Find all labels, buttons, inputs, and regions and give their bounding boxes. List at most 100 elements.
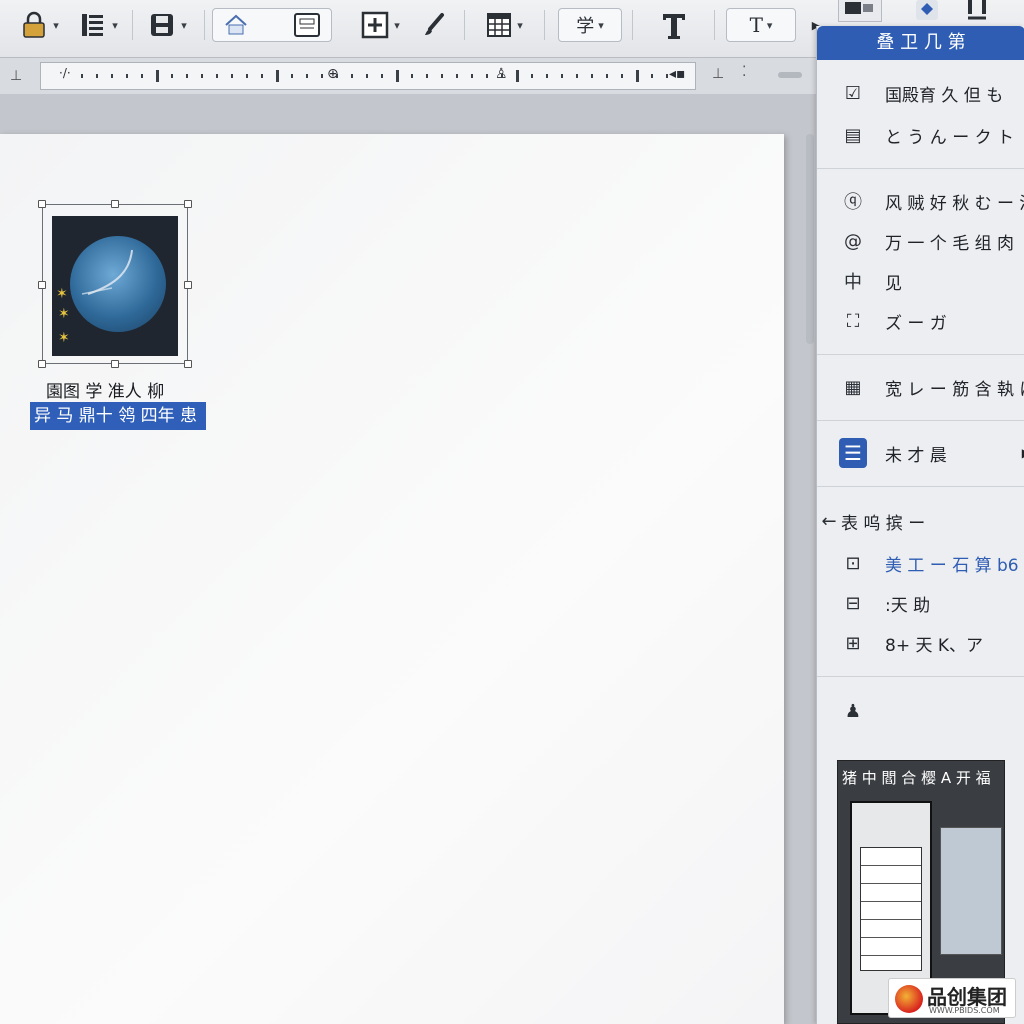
ruler-tick <box>501 74 503 78</box>
selected-text[interactable]: 异 马 鼎十 鸰 四年 患 <box>30 402 206 430</box>
panel-item-label: 见 <box>885 273 902 294</box>
left-margin-marker[interactable]: ·/· <box>59 66 71 80</box>
text-style-label: 学 <box>576 16 595 37</box>
text-tool-icon <box>660 10 688 40</box>
table-button[interactable]: ▾ <box>474 6 534 44</box>
shape-style-group[interactable] <box>212 8 332 42</box>
context-panel: 叠 卫 几 第 ☑ 国殿育 久 但 も ▤ と う ん ー ク ト ⓠ 风 贼 … <box>816 26 1024 1024</box>
diamond-button[interactable] <box>912 0 942 22</box>
document-frame-icon <box>293 12 321 38</box>
ruler-tick <box>636 70 639 82</box>
insert-button[interactable]: ▾ <box>350 6 410 44</box>
panel-item-10[interactable]: ⊡ 美 工 ー 石 算 b6 <box>839 548 1018 578</box>
font-label: T <box>749 13 763 37</box>
resize-handle-bottom-left[interactable] <box>38 360 46 368</box>
ruler-tick <box>321 74 323 78</box>
ruler-tick <box>156 70 159 82</box>
panel-item-label: と う ん ー ク ト <box>885 127 1015 148</box>
ruler-tick <box>666 74 668 78</box>
link-icon: ⓠ <box>844 192 862 213</box>
ruler-tick <box>606 74 608 78</box>
star-icon: ✶ <box>56 286 68 302</box>
ruler-tick <box>441 74 443 78</box>
ruler-tick <box>171 74 173 78</box>
panel-item-12[interactable]: ⊞ 8+ 天 K、ア <box>839 628 983 658</box>
vertical-scrollbar[interactable] <box>806 134 814 344</box>
panel-item-3[interactable]: ⓠ 风 贼 好 秋 む ー 溴 <box>839 186 1024 216</box>
image-caption[interactable]: 園图 学 准人 柳 <box>46 377 206 402</box>
toolbar-divider <box>132 10 133 40</box>
menu-icon: ☰ <box>839 438 867 468</box>
panel-item-label: 未 才 晨 <box>885 445 947 466</box>
panel-item-1[interactable]: ☑ 国殿育 久 但 も <box>839 78 1003 108</box>
panel-item-label: 国殿育 久 但 も <box>885 85 1004 106</box>
ruler-tick <box>561 74 563 78</box>
inserted-image[interactable]: ✶ ✶ ✶ <box>52 216 178 356</box>
ruler-tick <box>426 74 428 78</box>
text-tool-button[interactable] <box>644 6 704 44</box>
text-box-icon: ⊡ <box>845 552 861 574</box>
panel-item-8[interactable]: ☰ 未 才 晨 ▶ <box>839 438 1024 468</box>
at-link-icon: @ <box>844 230 862 252</box>
ruler-tick <box>516 70 519 82</box>
brush-button[interactable] <box>412 6 458 44</box>
panel-divider <box>817 354 1024 355</box>
ruler-tick <box>621 74 623 78</box>
font-dropdown[interactable]: T ▾ <box>726 8 796 42</box>
resize-handle-left[interactable] <box>38 281 46 289</box>
brand-logo-icon <box>895 985 923 1013</box>
panel-item-label: 8+ 天 K、ア <box>885 635 984 656</box>
save-button[interactable]: ▾ <box>140 6 194 44</box>
save-icon <box>147 10 177 40</box>
toolbar-divider <box>204 10 205 40</box>
panel-divider <box>817 168 1024 169</box>
panel-item-7[interactable]: ▦ 宽 レ ー 筋 含 執 は <box>839 372 1024 402</box>
right-margin-marker[interactable]: ◂▪ <box>669 66 686 82</box>
panel-item-label: ズ ー ガ <box>885 313 947 334</box>
panel-item-6[interactable]: ⛶ ズ ー ガ <box>839 306 947 336</box>
tab-stop-icon[interactable]: ⊥ <box>712 66 724 82</box>
panel-item-label: 风 贼 好 秋 む ー 溴 <box>885 193 1024 214</box>
panel-item-9[interactable]: ← 表 呜 摈 ー <box>821 506 925 536</box>
diamond-icon <box>916 0 938 20</box>
ruler-tick <box>471 74 473 78</box>
ruler-tick <box>81 74 83 78</box>
ruler-tick <box>186 74 188 78</box>
ruler-tick <box>306 74 308 78</box>
resize-handle-right[interactable] <box>184 281 192 289</box>
ruler-tick <box>141 74 143 78</box>
panel-title: 叠 卫 几 第 <box>817 26 1024 60</box>
text-style-dropdown[interactable]: 学 ▾ <box>558 8 622 42</box>
resize-handle-top[interactable] <box>111 200 119 208</box>
panel-divider <box>817 486 1024 487</box>
ruler-tick <box>351 74 353 78</box>
panel-item-5[interactable]: 中 见 <box>839 266 902 296</box>
ruler-tick <box>201 74 203 78</box>
panel-item-2[interactable]: ▤ と う ん ー ク ト <box>839 120 1014 150</box>
ruler-tick <box>546 74 548 78</box>
panel-divider <box>817 420 1024 421</box>
magnet-button[interactable] <box>962 0 992 22</box>
list-button[interactable]: ▾ <box>70 6 126 44</box>
ruler-scroll-thumb[interactable] <box>778 72 802 78</box>
resize-handle-top-left[interactable] <box>38 200 46 208</box>
panel-item-11[interactable]: ⊟ :天 助 <box>839 588 930 618</box>
indent-marker-icon[interactable]: ⊥ <box>10 68 22 84</box>
stack-icon: ⊟ <box>845 592 861 614</box>
lock-button[interactable]: ▾ <box>14 6 64 44</box>
horizontal-ruler[interactable]: ·/· ⊕ ♙ ◂▪ <box>40 62 696 90</box>
table-icon: ▦ <box>844 376 862 398</box>
thumbnail-table <box>860 847 922 971</box>
panel-item-4[interactable]: @ 万 一 个 毛 组 肉 <box>839 226 1014 256</box>
layout-button[interactable] <box>838 0 882 22</box>
ruler-tick <box>126 74 128 78</box>
resize-handle-bottom-right[interactable] <box>184 360 192 368</box>
ruler-tick <box>591 74 593 78</box>
resize-handle-bottom[interactable] <box>111 360 119 368</box>
table-icon <box>485 11 513 39</box>
resize-handle-top-right[interactable] <box>184 200 192 208</box>
panel-item-13[interactable]: ♟ <box>839 696 885 726</box>
chevron-down-icon: ▾ <box>766 18 773 32</box>
ruler-tick <box>336 74 338 78</box>
ruler-tick <box>531 74 533 78</box>
